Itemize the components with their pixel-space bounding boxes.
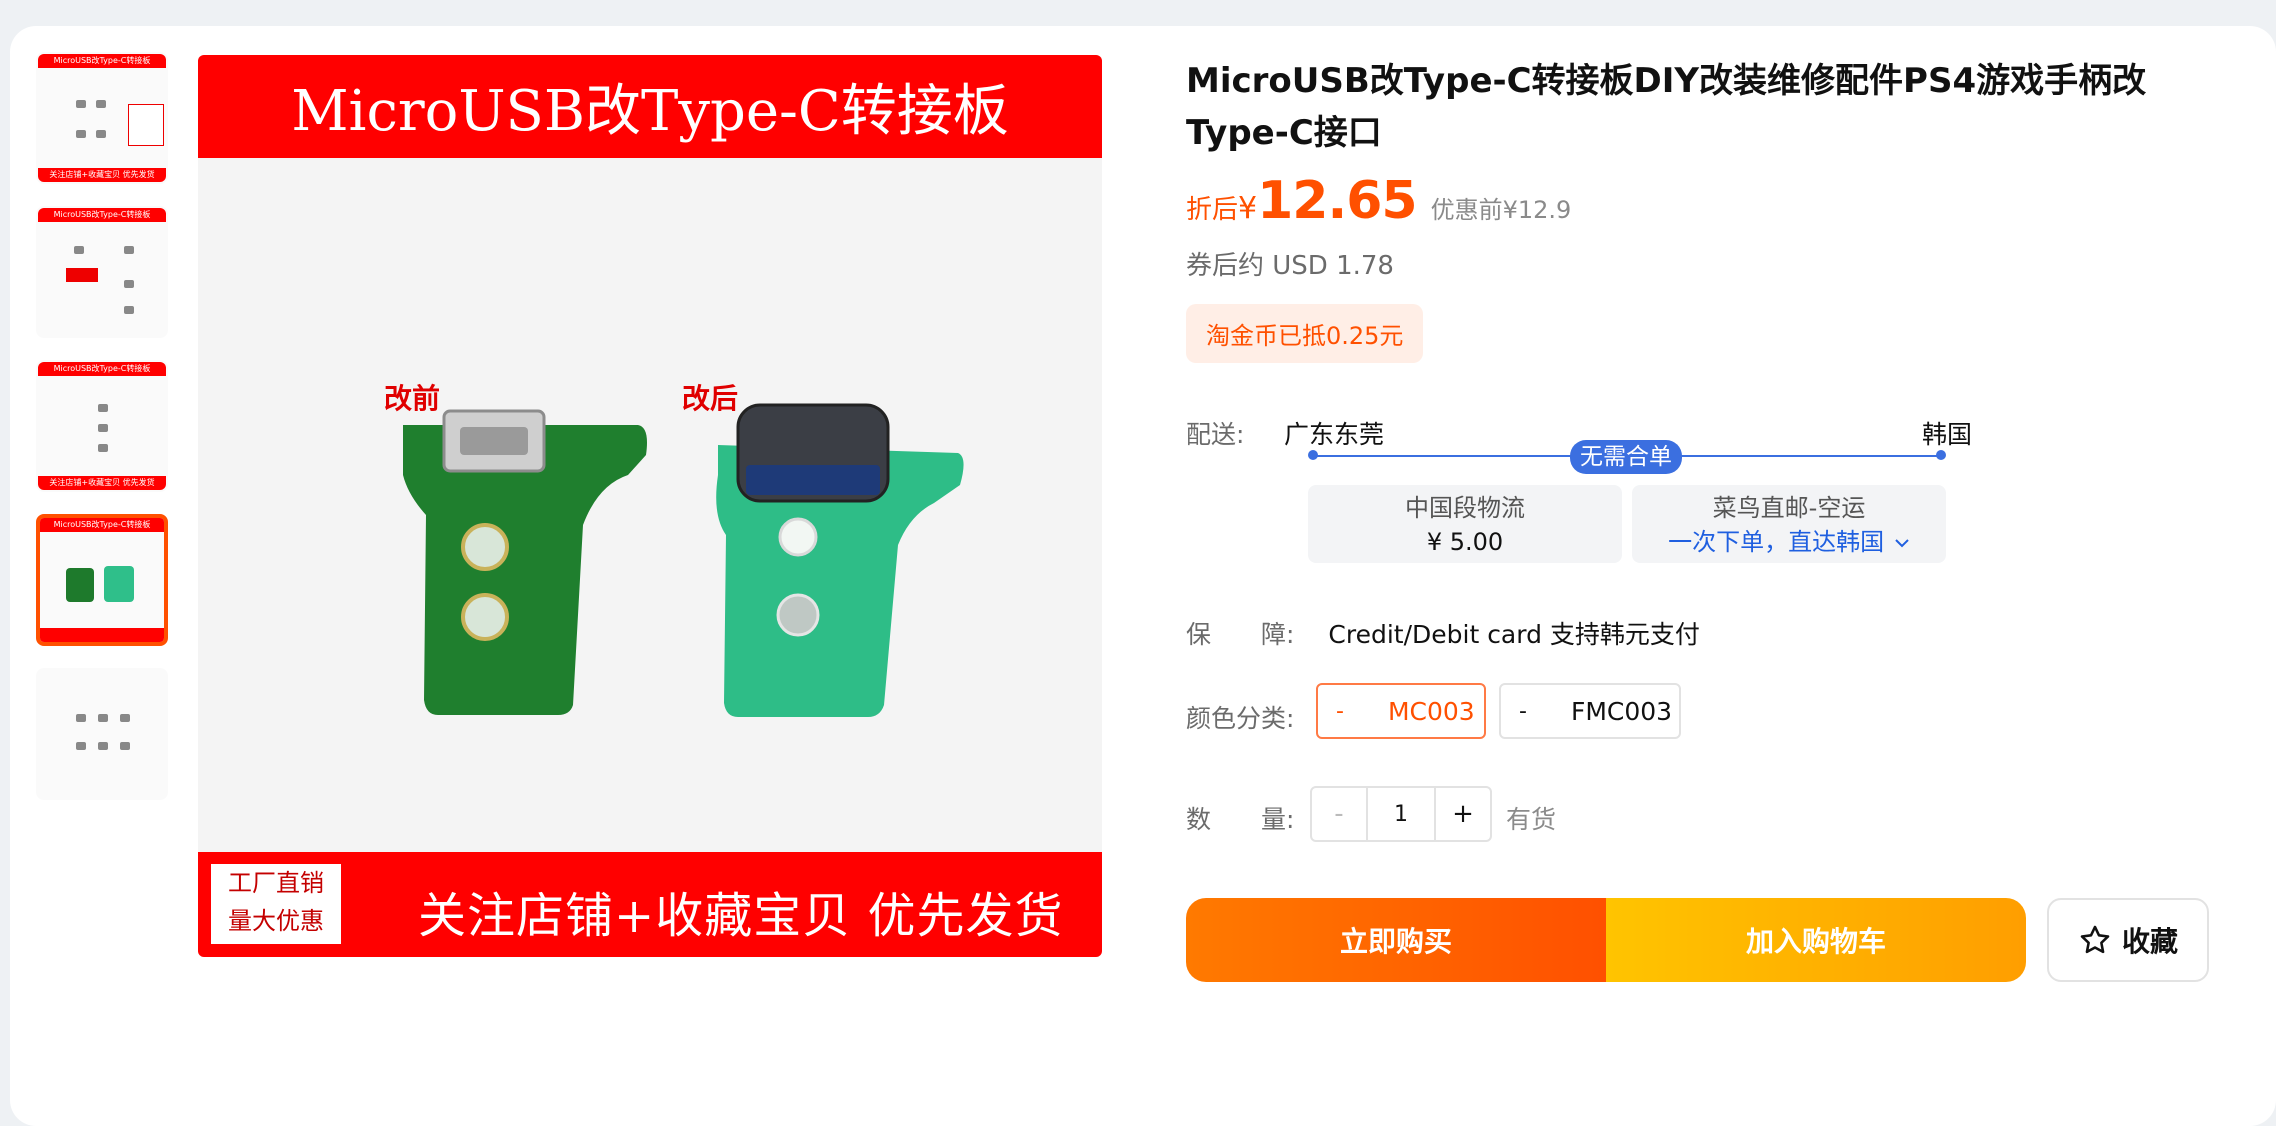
thumb-part [96, 130, 106, 138]
shipping-section: 配送: 广东东莞 韩国 无需合单 中国段物流 ¥ 5.00 菜鸟直邮-空运 一次… [1186, 415, 2236, 565]
thumb-part [98, 444, 108, 452]
board-illustration [403, 403, 964, 717]
option1-title: 中国段物流 [1405, 494, 1525, 522]
thumbnail-list: MicroUSB改Type-C转接板 关注店铺+收藏宝贝 优先发货 MicroU… [36, 52, 172, 822]
thumb-top-bar: MicroUSB改Type-C转接板 [38, 54, 166, 68]
color-label: 颜色分类: [1186, 704, 1295, 733]
promo-text: 关注店铺+收藏宝贝 优先发货 [418, 888, 1064, 944]
thumb-part [120, 714, 130, 722]
star-outline-icon [2080, 925, 2110, 954]
thumb-board-before [66, 568, 94, 602]
original-price: 优惠前¥12.9 [1430, 196, 1572, 224]
color-option-mc003[interactable]: - MC003 [1316, 683, 1486, 739]
currency-symbol: ¥ [1238, 191, 1258, 226]
thumb-top-text: MicroUSB改Type-C转接板 [53, 56, 151, 65]
thumb-part [96, 100, 106, 108]
product-title: MicroUSB改Type-C转接板DIY改装维修配件PS4游戏手柄改Type-… [1186, 61, 2147, 153]
thumb-top-bar: MicroUSB改Type-C转接板 [38, 208, 166, 222]
quantity-label: 数 量: [1186, 805, 1295, 834]
option-name: MC003 [1387, 696, 1475, 726]
thumb-red-label [66, 268, 98, 282]
buy-now-button[interactable]: 立即购买 [1186, 898, 1606, 982]
thumb-part [98, 404, 108, 412]
quantity-stepper: - 1 + [1310, 786, 1492, 842]
option-name: FMC003 [1570, 696, 1673, 726]
shipping-details-link[interactable]: 一次下单，直达韩国 [1632, 525, 1946, 559]
thumb-part [98, 742, 108, 750]
thumbnail-1[interactable]: MicroUSB改Type-C转接板 关注店铺+收藏宝贝 优先发货 [36, 52, 168, 184]
thumb-bottom-text: 关注店铺+收藏宝贝 优先发货 [49, 478, 155, 487]
favorite-label: 收藏 [2121, 925, 2178, 958]
guarantee-row: 保 障: Credit/Debit card 支持韩元支付 [1186, 615, 1700, 651]
product-info: MicroUSB改Type-C转接板DIY改装维修配件PS4游戏手柄改Type-… [1186, 55, 2236, 982]
thumbnail-4[interactable]: MicroUSB改Type-C转接板 [36, 514, 168, 646]
chevron-down-icon [1895, 539, 1909, 548]
factory-line-2: 量大优惠 [228, 907, 324, 935]
thumbnail-3[interactable]: MicroUSB改Type-C转接板 关注店铺+收藏宝贝 优先发货 [36, 360, 168, 492]
shipping-option-domestic: 中国段物流 ¥ 5.00 [1308, 485, 1622, 563]
shipping-option-intl: 菜鸟直邮-空运 一次下单，直达韩国 [1632, 485, 1946, 563]
thumb-bottom-text: 关注店铺+收藏宝贝 优先发货 [49, 170, 155, 179]
route-end-dot [1936, 450, 1946, 460]
main-product-image[interactable]: MicroUSB改Type-C转接板 改前 改后 工厂直销 量大优惠 关注店铺+… [198, 55, 1102, 957]
thumb-top-text: MicroUSB改Type-C转接板 [53, 210, 151, 219]
route-start-dot [1308, 450, 1318, 460]
factory-line-1: 工厂直销 [228, 869, 324, 897]
coin-discount-badge: 淘金币已抵0.25元 [1186, 304, 1424, 363]
color-selector: 颜色分类: - MC003 - FMC003 [1186, 683, 2236, 743]
favorite-button[interactable]: 收藏 [2047, 898, 2209, 982]
factory-badge: 工厂直销 量大优惠 [211, 864, 341, 944]
thumb-board-after [104, 566, 134, 602]
thumbnail-5[interactable] [36, 668, 168, 800]
thumb-spec-box [128, 104, 164, 146]
option2-title: 菜鸟直邮-空运 [1712, 494, 1866, 522]
price-value: 12.65 [1257, 171, 1417, 231]
guarantee-value: Credit/Debit card 支持韩元支付 [1328, 620, 1700, 649]
thumb-part [98, 714, 108, 722]
usd-price: 券后约 USD 1.78 [1186, 251, 1394, 281]
thumb-top-bar: MicroUSB改Type-C转接板 [38, 362, 166, 376]
thumb-bottom-bar: 关注店铺+收藏宝贝 优先发货 [38, 168, 166, 182]
thumb-part [124, 246, 134, 254]
thumb-top-text: MicroUSB改Type-C转接板 [53, 520, 151, 529]
thumb-part [76, 100, 86, 108]
option2-link-text: 一次下单，直达韩国 [1668, 528, 1885, 556]
action-buttons: 立即购买 加入购物车 收藏 [1186, 898, 2236, 982]
no-merge-badge: 无需合单 [1570, 440, 1682, 474]
thumb-top-text: MicroUSB改Type-C转接板 [53, 364, 151, 373]
add-to-cart-button[interactable]: 加入购物车 [1606, 898, 2026, 982]
option-prefix: - [1336, 698, 1344, 724]
thumb-part [76, 714, 86, 722]
guarantee-label: 保 障: [1186, 620, 1295, 649]
image-banner-bottom: 工厂直销 量大优惠 关注店铺+收藏宝贝 优先发货 [198, 852, 1102, 957]
quantity-input[interactable]: 1 [1368, 788, 1434, 840]
quantity-decrease-button[interactable]: - [1312, 788, 1368, 840]
shipping-to: 韩国 [1922, 420, 1973, 449]
price-label: 折后 [1186, 195, 1239, 225]
color-option-fmc003[interactable]: - FMC003 [1499, 683, 1681, 739]
shipping-from: 广东东莞 [1284, 420, 1385, 449]
quantity-increase-button[interactable]: + [1434, 788, 1490, 840]
thumb-part [98, 424, 108, 432]
thumb-part [74, 246, 84, 254]
stock-status: 有货 [1506, 805, 1557, 834]
thumb-part [76, 130, 86, 138]
quantity-row: 数 量: - 1 + 有货 [1186, 786, 1786, 842]
price-row: 折后 ¥ 12.65 优惠前¥12.9 [1186, 171, 2236, 231]
thumb-bottom-bar: 关注店铺+收藏宝贝 优先发货 [38, 476, 166, 490]
thumb-top-bar: MicroUSB改Type-C转接板 [40, 518, 164, 532]
thumb-part [76, 742, 86, 750]
thumb-part [124, 306, 134, 314]
thumb-bottom-bar [40, 628, 164, 642]
option1-price: ¥ 5.00 [1426, 528, 1504, 556]
thumb-part [120, 742, 130, 750]
option-prefix: - [1519, 698, 1527, 724]
thumb-part [124, 280, 134, 288]
thumbnail-2[interactable]: MicroUSB改Type-C转接板 [36, 206, 168, 338]
shipping-label: 配送: [1186, 420, 1245, 449]
